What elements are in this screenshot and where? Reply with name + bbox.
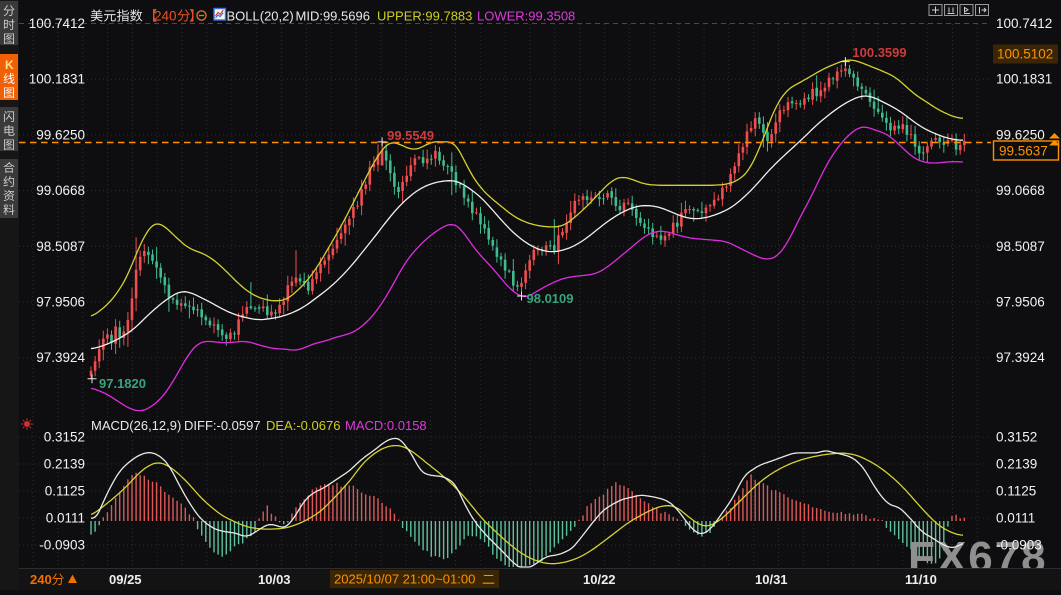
svg-text:240: 240: [30, 572, 52, 587]
svg-text:-0.0903: -0.0903: [996, 538, 1042, 553]
svg-text:MACD(26,12,9): MACD(26,12,9): [91, 418, 181, 433]
svg-text:99.0668: 99.0668: [36, 183, 85, 198]
svg-text:10/22: 10/22: [583, 572, 616, 587]
svg-text:DEA:-0.0676: DEA:-0.0676: [266, 418, 340, 433]
svg-text:09/25: 09/25: [109, 572, 142, 587]
svg-text:100.1831: 100.1831: [29, 72, 85, 87]
svg-text:98.0109: 98.0109: [527, 291, 574, 306]
svg-text:MACD:0.0158: MACD:0.0158: [345, 418, 427, 433]
svg-text:97.9506: 97.9506: [996, 295, 1045, 310]
svg-text:99.6250: 99.6250: [36, 127, 85, 142]
svg-text:DIFF:-0.0597: DIFF:-0.0597: [184, 418, 261, 433]
svg-text:10/31: 10/31: [755, 572, 788, 587]
svg-text:97.9506: 97.9506: [36, 295, 85, 310]
svg-text:0.3152: 0.3152: [996, 430, 1037, 445]
svg-text:99.5637: 99.5637: [999, 144, 1048, 159]
svg-text:11/10: 11/10: [905, 572, 937, 587]
svg-text:100.7412: 100.7412: [996, 16, 1052, 31]
svg-text:0.0111: 0.0111: [46, 511, 85, 526]
svg-text:98.5087: 98.5087: [996, 239, 1045, 254]
svg-text:MID:99.5696: MID:99.5696: [296, 9, 370, 24]
svg-text:0.2139: 0.2139: [44, 457, 85, 472]
svg-text:0.2139: 0.2139: [996, 457, 1037, 472]
svg-text:0.1125: 0.1125: [45, 484, 85, 499]
svg-text:-0.0903: -0.0903: [39, 538, 85, 553]
svg-text:97.1820: 97.1820: [99, 376, 146, 391]
svg-text:99.0668: 99.0668: [996, 183, 1045, 198]
svg-text:97.3924: 97.3924: [996, 350, 1045, 365]
svg-text:100.1831: 100.1831: [996, 72, 1052, 87]
svg-text:98.5087: 98.5087: [36, 239, 85, 254]
svg-text:0.1125: 0.1125: [996, 484, 1036, 499]
svg-text:99.5549: 99.5549: [387, 128, 434, 143]
svg-text:BOLL(20,2): BOLL(20,2): [227, 9, 294, 24]
svg-text:LOWER:99.3508: LOWER:99.3508: [477, 9, 575, 24]
svg-text:100.5102: 100.5102: [997, 47, 1053, 62]
svg-text:10/03: 10/03: [258, 572, 291, 587]
svg-text:K: K: [5, 58, 14, 72]
svg-text:100.3599: 100.3599: [852, 45, 906, 60]
svg-text:240: 240: [154, 9, 177, 24]
svg-text:UPPER:99.7883: UPPER:99.7883: [377, 9, 472, 24]
svg-text:0.3152: 0.3152: [44, 430, 85, 445]
svg-text:100.7412: 100.7412: [29, 16, 85, 31]
svg-text:99.6250: 99.6250: [996, 127, 1045, 142]
svg-text:0.0111: 0.0111: [996, 511, 1035, 526]
svg-text:97.3924: 97.3924: [36, 350, 85, 365]
svg-text:2025/10/07 21:00~01:00: 2025/10/07 21:00~01:00: [334, 572, 475, 587]
